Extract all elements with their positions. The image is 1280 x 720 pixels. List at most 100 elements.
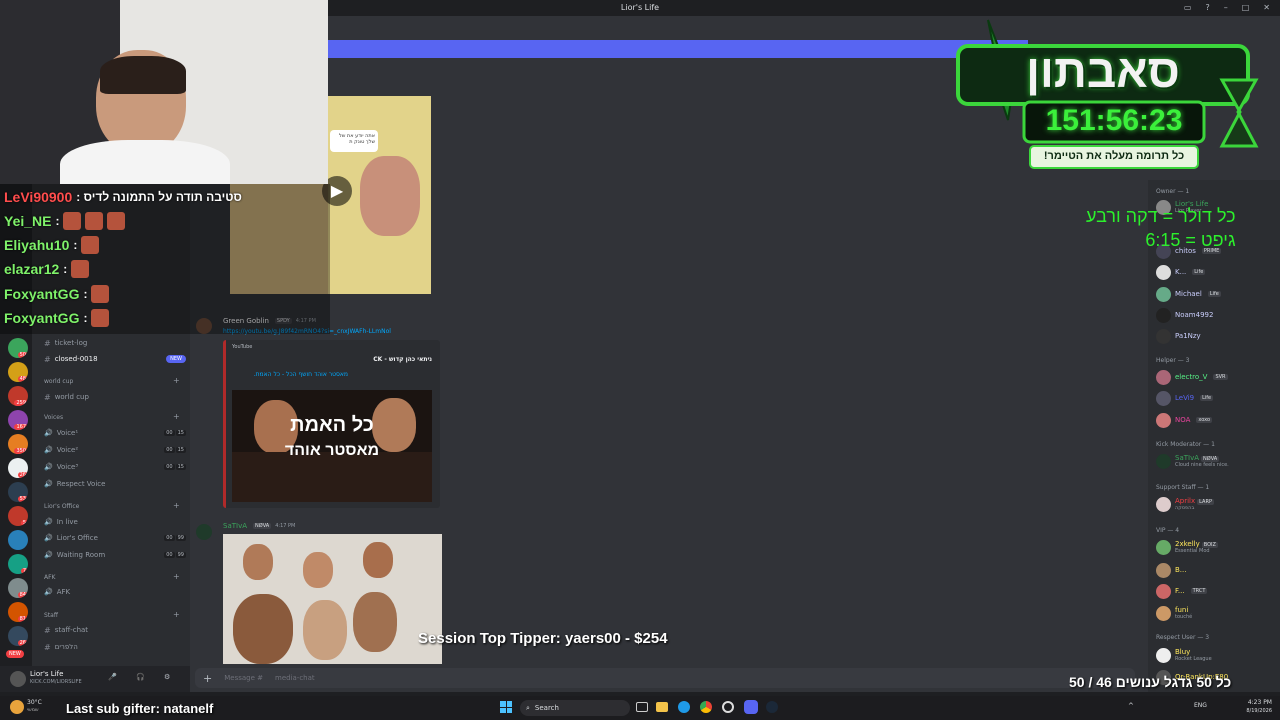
- embed-author[interactable]: ניתאי כהן קדוש - CK: [373, 356, 432, 363]
- voice-channel[interactable]: 🔊 Waiting Room 00 99: [44, 548, 186, 562]
- member[interactable]: Aprilx LARP בהפסקה: [1156, 495, 1276, 513]
- author-name[interactable]: SaTIvA: [223, 522, 247, 530]
- member[interactable]: funi touché: [1156, 604, 1276, 622]
- member[interactable]: 2xkelly BOIZ Essential Mod: [1156, 538, 1276, 556]
- member[interactable]: Noam4992: [1156, 306, 1276, 324]
- member[interactable]: Michael Life: [1156, 285, 1276, 303]
- voice-channel[interactable]: 🔊 Lior's Office 00 99: [44, 531, 186, 545]
- member[interactable]: NOA xoxo: [1156, 411, 1276, 429]
- voice-channel[interactable]: 🔊 In live: [44, 515, 186, 529]
- clock-date[interactable]: 8/19/2026: [1236, 708, 1272, 714]
- member[interactable]: Pa1Nzy: [1156, 327, 1276, 345]
- server-icon[interactable]: 81: [8, 602, 28, 622]
- avatar[interactable]: [196, 524, 212, 540]
- hash-icon: #: [44, 625, 51, 635]
- add-channel-icon[interactable]: +: [173, 501, 180, 510]
- settings-icon[interactable]: ⚙: [164, 673, 170, 681]
- chat-line: Yei_NE:: [4, 210, 126, 232]
- add-attachment-icon[interactable]: +: [203, 672, 212, 685]
- headset-icon[interactable]: 🎧: [136, 673, 145, 681]
- speaker-icon: 🔊: [44, 446, 53, 454]
- emote-icon: [91, 309, 110, 327]
- start-icon[interactable]: [500, 701, 512, 713]
- category-world-cup[interactable]: world cup: [44, 378, 73, 385]
- channel-closed[interactable]: # closed-0018 NEW: [44, 352, 186, 366]
- server-icon[interactable]: 350: [8, 434, 28, 454]
- steam-icon[interactable]: [766, 701, 778, 713]
- category-afk[interactable]: AFK: [44, 574, 56, 581]
- task-view-icon[interactable]: [636, 702, 648, 712]
- server-icon[interactable]: [8, 530, 28, 550]
- avatar: [1156, 286, 1171, 302]
- member-list: Owner — 1 Lior's Life Lior Player chitos P…: [1148, 180, 1280, 692]
- embed-thumbnail[interactable]: כל האמת מאסטר אוהד: [232, 390, 432, 502]
- category-staff[interactable]: Staff: [44, 612, 58, 619]
- emote-icon: [85, 212, 104, 230]
- tray-chevron-icon[interactable]: ^: [1128, 702, 1134, 710]
- app-icon[interactable]: [722, 701, 734, 713]
- server-icon[interactable]: 7: [8, 554, 28, 574]
- last-sub-gifter: Last sub gifter: natanelf: [66, 701, 214, 716]
- channel-helpers[interactable]: # הלפרים: [44, 640, 186, 654]
- clock-time[interactable]: 4:23 PM: [1236, 699, 1272, 706]
- voice-channel[interactable]: 🔊 Voice³ 00 15: [44, 460, 186, 474]
- subathon-subtitle: כל תרומה מעלה את הטיימר!: [1043, 150, 1185, 162]
- member[interactable]: B...: [1156, 561, 1276, 579]
- sub-goal: כל 50 גדגל ענושים 46 / 50: [1069, 674, 1232, 690]
- channel-ticket-log[interactable]: # ticket-log: [44, 336, 186, 350]
- add-channel-icon[interactable]: +: [173, 610, 180, 619]
- add-channel-icon[interactable]: +: [173, 376, 180, 385]
- server-icon[interactable]: 53: [8, 482, 28, 502]
- group-header: Owner — 1: [1156, 188, 1190, 195]
- voice-channel[interactable]: 🔊 Respect Voice: [44, 477, 186, 491]
- avatar: [1156, 539, 1171, 555]
- message-composer[interactable]: + Message # media-chat: [195, 668, 1135, 688]
- image-attachment[interactable]: [223, 534, 442, 664]
- discord-icon[interactable]: [744, 700, 758, 714]
- embed-title[interactable]: מאסטר אוהד חושף הכל - כל האמת.: [254, 371, 348, 378]
- avatar: [1156, 647, 1171, 663]
- add-channel-icon[interactable]: +: [173, 412, 180, 421]
- composer-placeholder: Message #: [224, 674, 263, 682]
- voice-channel[interactable]: 🔊 Voice¹ 00 15: [44, 426, 186, 440]
- server-icon[interactable]: 84: [8, 578, 28, 598]
- language[interactable]: ENG: [1194, 702, 1207, 709]
- voice-channel[interactable]: 🔊 Voice² 00 15: [44, 443, 186, 457]
- server-icon[interactable]: 167: [8, 410, 28, 430]
- server-icon[interactable]: 259: [8, 386, 28, 406]
- server-icon[interactable]: 5: [8, 506, 28, 526]
- avatar: [1156, 453, 1171, 469]
- webcam-overlay: [0, 0, 328, 184]
- chrome-icon[interactable]: [700, 701, 712, 713]
- category-voices[interactable]: Voices: [44, 414, 63, 421]
- channel-world-cup[interactable]: # world cup: [44, 390, 186, 404]
- mute-icon[interactable]: 🎤: [108, 673, 117, 681]
- member[interactable]: Bluy Rocket League: [1156, 646, 1276, 664]
- server-icon[interactable]: 50: [8, 338, 28, 358]
- embed-provider: YouTube: [232, 344, 253, 350]
- server-icon[interactable]: 48: [8, 362, 28, 382]
- member[interactable]: SaTIvA NØVA Cloud nine feels nice.: [1156, 452, 1276, 470]
- server-icon[interactable]: 26: [8, 626, 28, 646]
- file-explorer-icon[interactable]: [656, 702, 668, 712]
- top-tipper: Session Top Tipper: yaers00 - $254: [418, 630, 668, 647]
- weather-icon[interactable]: [10, 700, 24, 714]
- member[interactable]: K... Life: [1156, 263, 1276, 281]
- hash-icon: #: [44, 354, 51, 364]
- add-channel-icon[interactable]: +: [173, 572, 180, 581]
- category-office[interactable]: Lior's Office: [44, 503, 79, 510]
- edge-icon[interactable]: [678, 701, 690, 713]
- avatar[interactable]: [10, 671, 26, 687]
- channel-staff-chat[interactable]: # staff-chat: [44, 623, 186, 637]
- chat-line: elazar12:: [4, 258, 90, 280]
- member[interactable]: electro_V SVR: [1156, 368, 1276, 386]
- stream-chat-overlay: LeVi90900: סטיבה תודה על התמונה לדיס Yei…: [0, 184, 330, 334]
- emote-icon: [71, 260, 90, 278]
- group-header: Respect User — 3: [1156, 634, 1210, 641]
- speaker-icon: 🔊: [44, 429, 53, 437]
- server-icon[interactable]: 26: [8, 458, 28, 478]
- voice-channel-afk[interactable]: 🔊 AFK: [44, 585, 186, 599]
- member[interactable]: LeVi9 Life: [1156, 389, 1276, 407]
- taskbar-search[interactable]: ⌕ Search: [520, 700, 630, 716]
- member[interactable]: F... TRCT: [1156, 582, 1276, 600]
